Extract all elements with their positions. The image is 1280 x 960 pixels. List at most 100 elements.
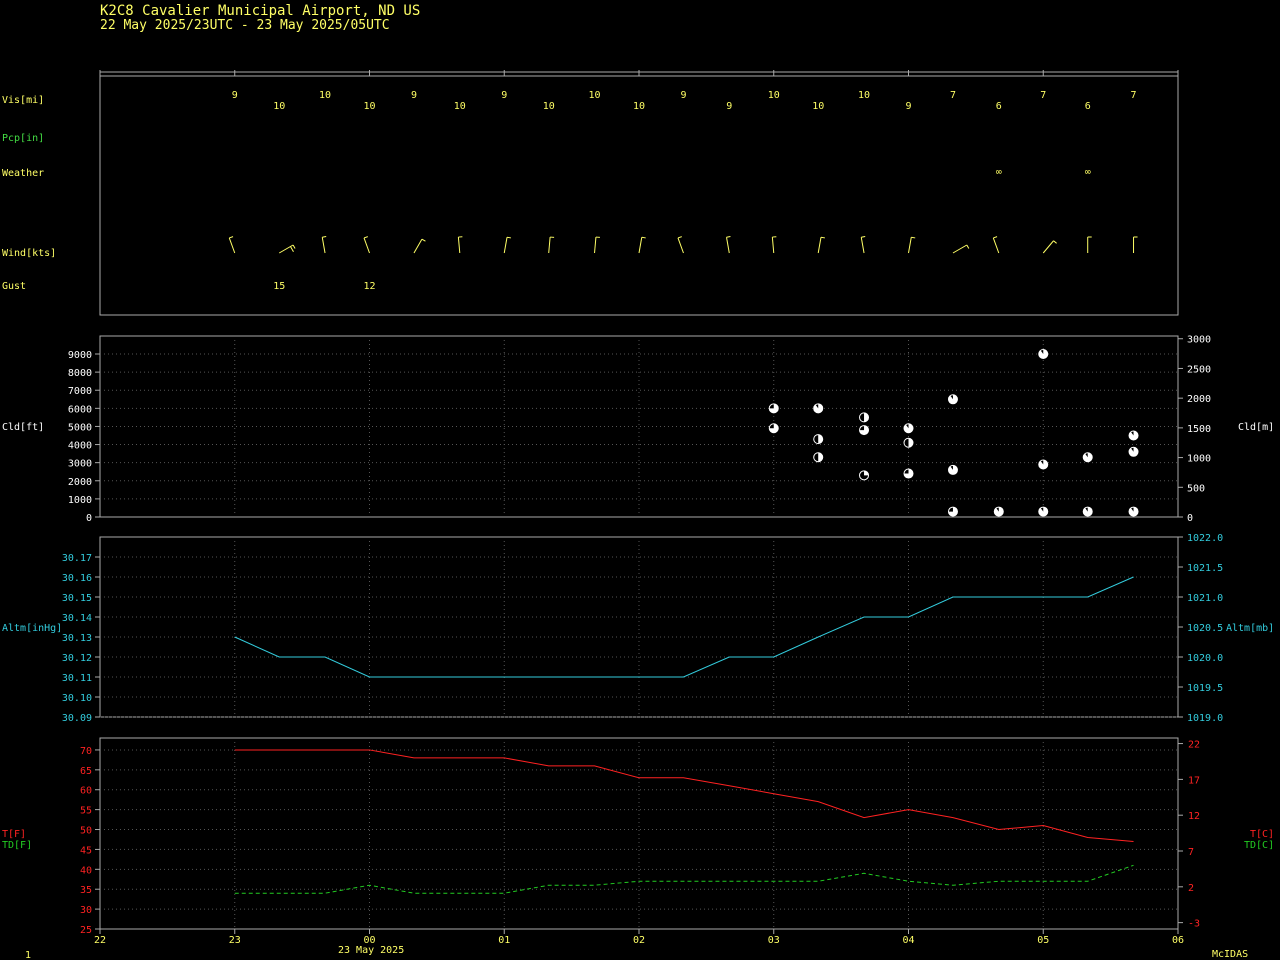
- wind-staff: [771, 237, 775, 254]
- wind-staff: [992, 237, 1000, 254]
- wind-barb-feather: [292, 244, 296, 249]
- dewpoint-f-axis-label: TD[F]: [2, 840, 32, 851]
- cloud-m-tick-label: 2000: [1187, 394, 1211, 405]
- wind-barb: [726, 236, 731, 254]
- wind-staff: [363, 237, 370, 254]
- altm-mb-axis-label: Altm[mb]: [1226, 623, 1274, 634]
- visibility-value: 9: [726, 101, 732, 112]
- altm-inhg-tick-label: 30.09: [62, 713, 92, 724]
- cloud-mark: [768, 403, 779, 414]
- cloud-mark: [1082, 506, 1093, 517]
- cloud-mark: [947, 464, 958, 475]
- wind-barb: [908, 236, 916, 254]
- cloud-ft-tick-label: 6000: [68, 404, 92, 415]
- visibility-value: 6: [1085, 101, 1091, 112]
- cloud-mark: [1038, 459, 1049, 470]
- wind-barb-feather: [641, 236, 646, 239]
- cloud-m-tick-label: 1000: [1187, 454, 1211, 465]
- temp-f-tick-label: 50: [80, 826, 92, 837]
- wind-barb: [860, 236, 866, 254]
- wind-barb: [548, 236, 555, 254]
- wind-barb-feather: [966, 244, 970, 249]
- wind-staff: [321, 237, 326, 254]
- cloud-cover-fill: [994, 507, 1004, 517]
- cloud-m-tick-label: 500: [1187, 483, 1205, 494]
- cloud-cover-fill: [1038, 349, 1048, 359]
- wind-staff: [952, 244, 968, 254]
- mcidas-credit: McIDAS: [1212, 949, 1248, 960]
- cloud-cover-fill: [1083, 452, 1093, 462]
- wind-barb-feather: [820, 236, 826, 239]
- time-period: 22 May 2025/23UTC - 23 May 2025/05UTC: [100, 18, 390, 33]
- wind-barb-feather: [363, 236, 368, 239]
- wind-barb: [457, 236, 463, 254]
- temp-c-tick-label: 2: [1188, 883, 1194, 894]
- wind-barb: [771, 236, 777, 254]
- wind-barb-feather: [506, 236, 512, 239]
- temp-c-axis-label: T[C]: [1250, 829, 1274, 840]
- cloud-mark: [903, 468, 914, 479]
- temperature-panel: 25 30 35 40 45 50 55 60 65 70 -3 2 7 12 17 22 T[F]TD[F] T…: [2, 737, 1274, 936]
- x-tick-label: 23: [229, 935, 241, 946]
- wind-staff: [1042, 240, 1054, 254]
- cloud-ft-tick-label: 4000: [68, 441, 92, 452]
- cloud-mark: [947, 394, 958, 405]
- cloud-ft-tick-label: 1000: [68, 495, 92, 506]
- cloud-ft-tick-label: 3000: [68, 459, 92, 470]
- wind-barb: [677, 236, 684, 254]
- cloud-mark: [1128, 446, 1139, 457]
- weather-row-label: Weather: [2, 168, 44, 179]
- visibility-value: 6: [996, 101, 1002, 112]
- altm-inhg-tick-label: 30.12: [62, 653, 92, 664]
- temperature-line: [234, 749, 1134, 842]
- wind-staff: [413, 238, 423, 254]
- temp-f-tick-label: 35: [80, 885, 92, 896]
- visibility-value: 9: [680, 90, 686, 101]
- wind-staff: [594, 237, 597, 254]
- wind-barb-feather: [677, 236, 682, 239]
- weather-symbol: ∞: [996, 167, 1002, 178]
- cloud-mark: [1038, 349, 1049, 359]
- cloud-mark: [813, 403, 824, 414]
- wind-staff: [503, 237, 508, 254]
- temp-f-tick-label: 30: [80, 905, 92, 916]
- visibility-value: 7: [1040, 90, 1046, 101]
- visibility-value: 10: [768, 90, 780, 101]
- cloud-ft-tick-label: 8000: [68, 368, 92, 379]
- visibility-value: 9: [232, 90, 238, 101]
- x-tick-label: 03: [768, 935, 780, 946]
- altm-mb-tick-label: 1019.0: [1187, 713, 1223, 724]
- temp-f-tick-label: 40: [80, 865, 92, 876]
- altm-inhg-tick-label: 30.11: [62, 673, 92, 684]
- visibility-value: 9: [905, 101, 911, 112]
- altm-inhg-tick-label: 30.17: [62, 553, 92, 564]
- wind-barb-feather: [726, 236, 731, 238]
- gust-value: 12: [363, 281, 375, 292]
- time-axis: 22 23 00 01 02 03 04 05 06: [94, 929, 1184, 946]
- surface-obs-panel: Vis[mi] Pcp[in] Weather Wind[kts] Gust 9 10 15 1…: [2, 70, 1179, 316]
- cloud-mark: [859, 425, 870, 436]
- wind-barb: [503, 236, 512, 254]
- cloud-mark: [903, 423, 914, 434]
- visibility-value: 7: [950, 90, 956, 101]
- temp-c-tick-label: 12: [1188, 811, 1200, 822]
- wind-staff: [677, 237, 684, 254]
- visibility-value: 10: [633, 101, 645, 112]
- footer-number: 1: [25, 950, 31, 960]
- wind-staff: [228, 237, 236, 254]
- wind-staff: [278, 244, 294, 254]
- wind-staff: [860, 237, 865, 254]
- cloud-m-axis-label: Cld[m]: [1238, 422, 1274, 433]
- altm-inhg-tick-label: 30.15: [62, 593, 92, 604]
- wind-staff: [817, 237, 822, 254]
- cloud-cover-fill: [1129, 447, 1139, 457]
- cloud-ft-axis-label: Cld[ft]: [2, 422, 44, 433]
- cloud-mark: [1082, 452, 1093, 463]
- temp-f-axis-label: T[F]: [2, 829, 26, 840]
- temp-f-tick-label: 25: [80, 925, 92, 936]
- wind-staff: [548, 237, 551, 254]
- altm-inhg-tick-label: 30.16: [62, 573, 92, 584]
- cloud-cover-fill: [904, 423, 914, 433]
- temp-f-tick-label: 65: [80, 766, 92, 777]
- wind-barb-feather: [421, 238, 426, 242]
